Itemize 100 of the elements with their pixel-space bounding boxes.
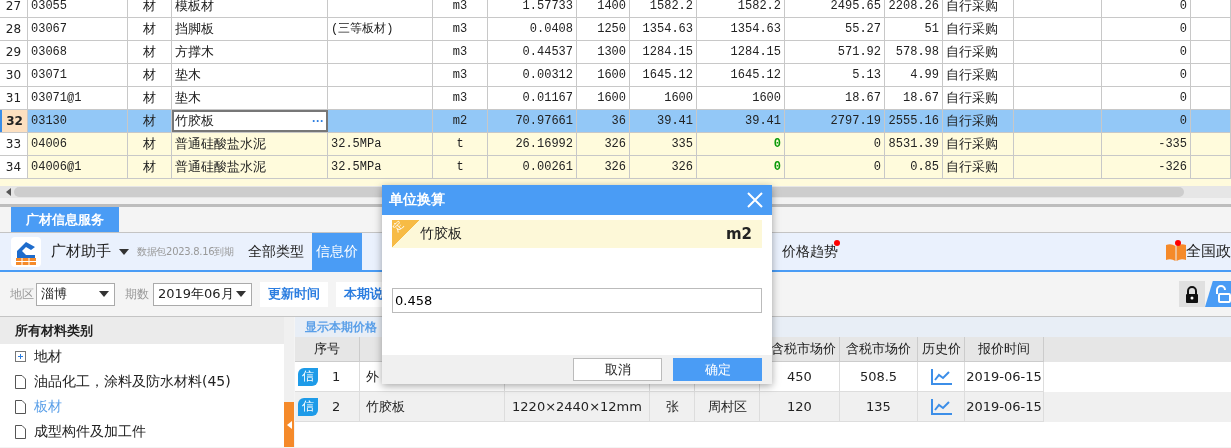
table-cell: 578.98 [885,41,943,63]
table-cell: 1.57733 [488,0,577,17]
table-cell: 04006@1 [28,156,128,178]
table-cell: 326 [577,133,630,155]
table-cell: 03055 [28,0,128,17]
table-cell: 1600 [577,64,630,86]
table-cell: 2019-06-15 [965,392,1044,422]
table-cell: 2797.19 [785,110,885,132]
table-cell: 0.00261 [488,156,577,178]
table-cell: 普通硅酸盐水泥 [172,133,328,155]
table-cell: 1600 [630,87,697,109]
table-cell: 70.97661 [488,110,577,132]
table-cell: 18.67 [885,87,943,109]
table-cell: 04006 [28,133,128,155]
table-cell: m3 [433,87,488,109]
field-label: 期数 [125,285,149,303]
table-cell: m3 [433,64,488,86]
table-cell: 1400 [577,0,630,17]
table-cell: 26.16992 [488,133,577,155]
row-number: 34 [0,156,28,178]
table-cell: 0 [1102,41,1191,63]
table-cell: m2 [433,110,488,132]
table-cell: 材 [128,87,172,109]
table-cell: 1645.12 [697,64,785,86]
table-cell: 0 [1102,64,1191,86]
table-cell: 03067 [28,18,128,40]
package-expiry-note: 数据包2023.8.16到期 [137,244,234,259]
category-header: 所有材料类别 [0,317,284,344]
table-cell: 自行采购 [943,133,1014,155]
table-cell: 4.99 [885,64,943,86]
info-badge: 信 [298,397,318,416]
table-cell: 0 [1102,18,1191,40]
table-cell: 自行采购 [943,0,1014,17]
table-cell: 326 [630,156,697,178]
table-cell: 36 [577,110,630,132]
row-number: 32 [0,110,28,132]
table-cell: 120 [760,392,840,422]
table-cell: 0 [697,133,785,155]
table-cell: 0.00312 [488,64,577,86]
table-cell: 1250 [577,18,630,40]
table-cell: 0 [1102,110,1191,132]
table-cell: 2555.16 [885,110,943,132]
column-header: 报价时间 [965,337,1044,362]
app-name: 广材助手 [51,242,111,261]
table-cell: 材 [128,41,172,63]
table-cell: 571.92 [785,41,885,63]
table-cell: 0 [697,156,785,178]
table-cell: 方撑木 [172,41,328,63]
table-cell: 材 [128,18,172,40]
row-number: 33 [0,133,28,155]
info-badge: 信 [298,367,318,386]
table-cell: 1600 [577,87,630,109]
table-cell: 1600 [697,87,785,109]
table-cell: 0.44537 [488,41,577,63]
table-cell: 1284.15 [697,41,785,63]
table-cell: 335 [630,133,697,155]
table-cell: 自行采购 [943,64,1014,86]
table-cell: 1300 [577,41,630,63]
material-name: 竹胶板 [420,225,462,243]
table-cell: 材 [128,0,172,17]
table-cell: 0.01167 [488,87,577,109]
table-cell: 自行采购 [943,110,1014,132]
table-cell: m3 [433,18,488,40]
table-cell: 自行采购 [943,87,1014,109]
field-label: 地区 [10,285,34,303]
table-cell: 0.85 [885,156,943,178]
table-cell: 5.13 [785,64,885,86]
table-cell: 1284.15 [630,41,697,63]
table-cell: 8531.39 [885,133,943,155]
table-cell: 自行采购 [943,41,1014,63]
table-cell: (三等板材) [328,18,433,40]
table-cell: 39.41 [630,110,697,132]
table-cell: 03068 [28,41,128,63]
table-cell: 32.5MPa [328,133,433,155]
table-cell: 1354.63 [630,18,697,40]
table-cell: -335 [1102,133,1191,155]
table-cell: 135 [840,392,918,422]
table-cell: 自行采购 [943,18,1014,40]
table-cell: 03071 [28,64,128,86]
unit-label: m2 [725,225,752,243]
table-cell: 周村区 [695,392,760,422]
table-cell: 1582.2 [697,0,785,17]
policy-label: 全国政 [1186,242,1231,261]
table-cell: 0 [785,133,885,155]
table-cell: 挡脚板 [172,18,328,40]
table-cell: m3 [433,41,488,63]
table-cell: 03071@1 [28,87,128,109]
table-cell: m3 [433,0,488,17]
table-cell: 模板材 [172,0,328,17]
table-cell: 普通硅酸盐水泥 [172,156,328,178]
table-cell: t [433,133,488,155]
table-cell: 1582.2 [630,0,697,17]
table-cell: 0 [785,156,885,178]
table-cell: 材 [128,64,172,86]
column-header: 含税市场价 [840,337,918,362]
column-header: 序号 [295,337,360,362]
table-cell: 材 [128,133,172,155]
table-cell: 1645.12 [630,64,697,86]
table-cell: 326 [577,156,630,178]
table-cell: 51 [885,18,943,40]
